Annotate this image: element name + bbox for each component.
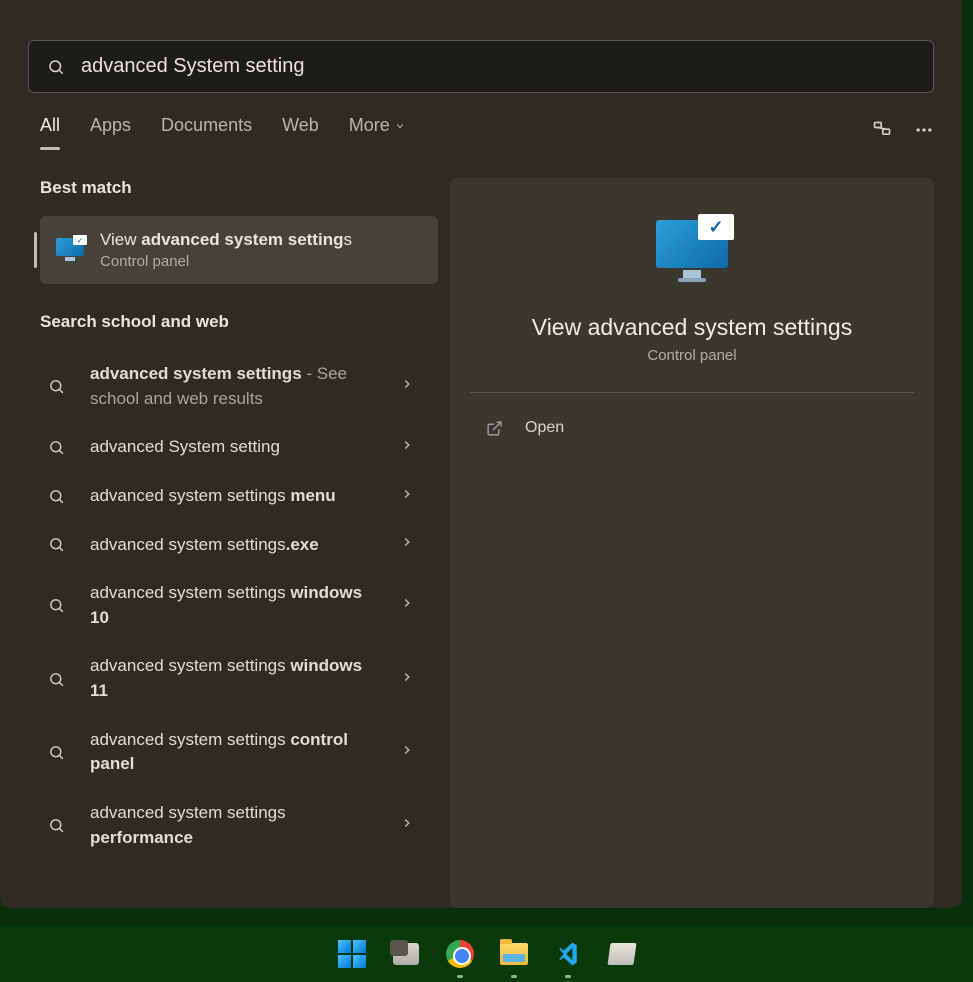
chevron-right-icon[interactable]: [400, 438, 430, 457]
web-result-text: advanced system settings - See school an…: [90, 362, 382, 411]
apps-overview-icon[interactable]: [872, 120, 892, 140]
chevron-right-icon[interactable]: [400, 596, 430, 615]
web-result-text: advanced system settings windows 11: [90, 654, 382, 703]
divider: [470, 392, 914, 393]
web-result-item[interactable]: advanced system settings menu: [40, 472, 438, 521]
chrome-icon: [446, 940, 474, 968]
app-taskbar-button[interactable]: [607, 939, 637, 969]
more-options-icon[interactable]: [914, 120, 934, 140]
open-action[interactable]: Open: [470, 411, 914, 445]
preview-subtitle: Control panel: [647, 347, 736, 364]
tab-web[interactable]: Web: [282, 115, 319, 144]
chevron-right-icon[interactable]: [400, 670, 430, 689]
search-icon: [40, 378, 72, 395]
task-view-button[interactable]: [391, 939, 421, 969]
start-search-panel: All Apps Documents Web More Best matc: [0, 0, 962, 908]
web-result-text: advanced system settings control panel: [90, 728, 382, 777]
chrome-taskbar-button[interactable]: [445, 939, 475, 969]
taskbar: [0, 926, 973, 982]
chevron-right-icon[interactable]: [400, 487, 430, 506]
web-result-text: advanced system settings.exe: [90, 533, 382, 558]
search-icon: [40, 488, 72, 505]
chevron-right-icon[interactable]: [400, 535, 430, 554]
chevron-right-icon[interactable]: [400, 743, 430, 762]
preview-title: View advanced system settings: [532, 314, 852, 341]
search-icon: [40, 744, 72, 761]
chevron-right-icon[interactable]: [400, 816, 430, 835]
vscode-taskbar-button[interactable]: [553, 939, 583, 969]
tab-all[interactable]: All: [40, 115, 60, 144]
search-icon: [40, 597, 72, 614]
tab-apps[interactable]: Apps: [90, 115, 131, 144]
chevron-down-icon: [394, 120, 406, 132]
explorer-taskbar-button[interactable]: [499, 939, 529, 969]
results-column: Best match ✓ View advanced system settin…: [0, 178, 450, 908]
search-icon: [40, 439, 72, 456]
preview-panel: ✓ View advanced system settings Control …: [450, 178, 934, 908]
web-result-text: advanced system settings windows 10: [90, 581, 382, 630]
web-result-item[interactable]: advanced system settings - See school an…: [40, 350, 438, 423]
best-match-subtitle: Control panel: [100, 253, 352, 270]
search-web-header: Search school and web: [40, 312, 438, 332]
task-view-icon: [393, 943, 419, 965]
search-icon: [40, 671, 72, 688]
web-result-item[interactable]: advanced system settings windows 11: [40, 642, 438, 715]
search-box[interactable]: [28, 40, 934, 93]
monitor-app-icon: [607, 943, 636, 965]
web-result-text: advanced system settings performance: [90, 801, 382, 850]
filter-tabs: All Apps Documents Web More: [40, 115, 934, 144]
search-input[interactable]: [81, 55, 915, 78]
vscode-icon: [554, 940, 582, 968]
tab-more[interactable]: More: [349, 115, 406, 144]
open-external-icon: [486, 420, 503, 437]
web-result-item[interactable]: advanced system settings windows 10: [40, 569, 438, 642]
system-settings-icon-large: ✓: [656, 220, 728, 284]
best-match-result[interactable]: ✓ View advanced system settings Control …: [40, 216, 438, 284]
search-icon: [40, 817, 72, 834]
search-icon: [40, 536, 72, 553]
start-button[interactable]: [337, 939, 367, 969]
best-match-title: View advanced system settings: [100, 230, 352, 250]
open-label: Open: [525, 419, 564, 437]
chevron-right-icon[interactable]: [400, 377, 430, 396]
system-settings-icon: ✓: [56, 238, 84, 262]
best-match-header: Best match: [40, 178, 438, 198]
web-result-item[interactable]: advanced system settings control panel: [40, 716, 438, 789]
web-result-text: advanced system settings menu: [90, 484, 382, 509]
web-result-item[interactable]: advanced System setting: [40, 423, 438, 472]
windows-logo-icon: [338, 940, 366, 968]
web-result-item[interactable]: advanced system settings performance: [40, 789, 438, 862]
search-icon: [47, 58, 65, 76]
web-result-text: advanced System setting: [90, 435, 382, 460]
tab-documents[interactable]: Documents: [161, 115, 252, 144]
web-result-item[interactable]: advanced system settings.exe: [40, 521, 438, 570]
file-explorer-icon: [500, 943, 528, 965]
